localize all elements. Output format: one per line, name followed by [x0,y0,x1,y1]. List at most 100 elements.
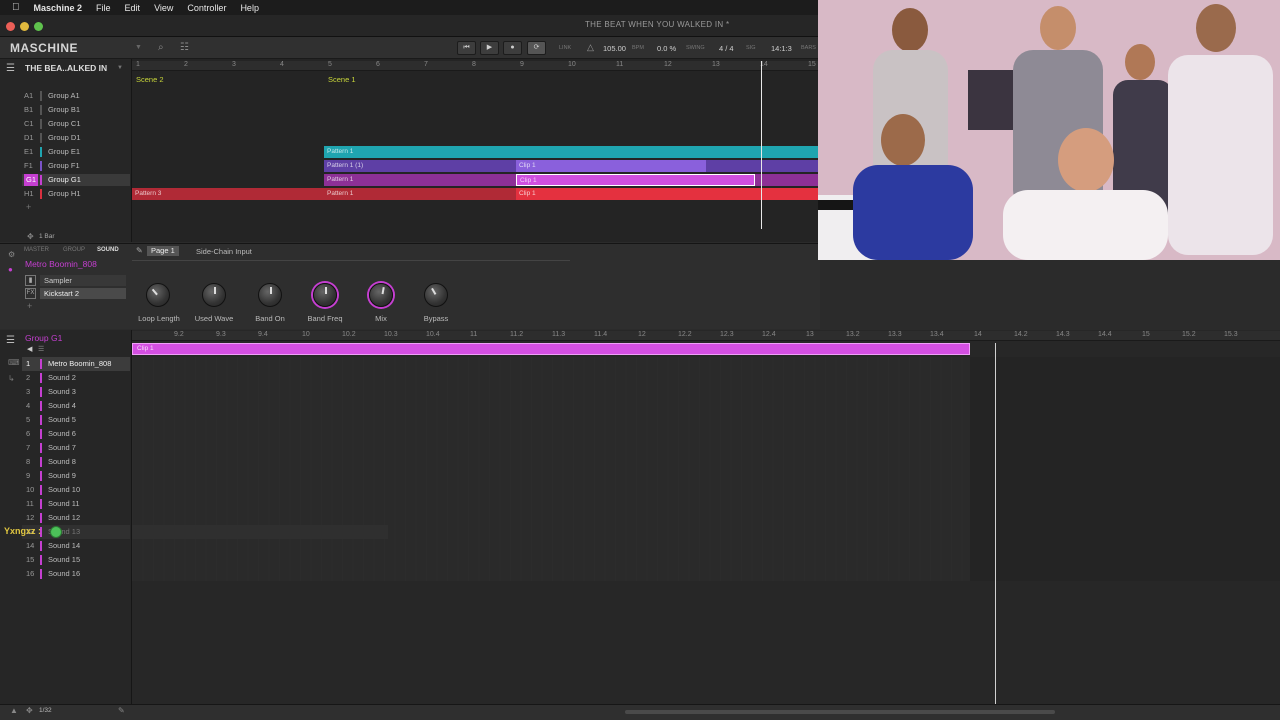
keyboard-icon[interactable]: ⌨ [8,358,20,367]
ruler-number: 12 [638,331,646,338]
play-button[interactable]: ▶ [480,41,499,55]
link-label[interactable]: LINK [559,45,571,51]
pattern-ruler[interactable]: 9.2 9.3 9.4 10 10.2 10.3 10.4 11 11.2 11… [132,331,1280,341]
menu-icon[interactable]: ☰ [6,63,15,74]
ruler-number: 8 [472,61,476,68]
arranger-ruler[interactable]: 1 2 3 4 5 6 7 8 9 10 11 12 13 14 15 [132,61,820,71]
tab-group[interactable]: GROUP [63,247,85,253]
loop-button[interactable]: ⟳ [527,41,546,55]
apple-icon[interactable]:  [12,2,20,13]
sound-row[interactable]: 5 Sound 5 [22,413,130,427]
pattern-clip[interactable]: Pattern 3 [132,188,324,200]
signature-value[interactable]: 4 / 4 [719,44,734,53]
dock-icon[interactable]: ▲ [10,706,18,715]
sound-number: 8 [26,457,31,466]
minimize-window-button[interactable] [20,22,29,31]
group-row[interactable]: C1 Group C1 [22,118,130,130]
clip-block[interactable]: Clip 1 [516,188,820,200]
sound-name[interactable]: Metro Boomin_808 [25,259,97,269]
chevron-down-icon[interactable]: ▼ [117,65,123,71]
maximize-window-button[interactable] [34,22,43,31]
pattern-clip[interactable]: Pattern 1 [324,146,820,158]
menu-app-name[interactable]: Maschine 2 [34,3,83,13]
group-row[interactable]: F1 Group F1 [22,160,130,172]
group-row[interactable]: H1 Group H1 [22,188,130,200]
group-row[interactable]: B1 Group B1 [22,104,130,116]
menu-icon[interactable]: ☰ [6,335,15,346]
tab-master[interactable]: MASTER [24,247,49,253]
pattern-clip-bar[interactable]: Clip 1 [132,343,970,355]
loop-length-knob[interactable] [146,283,170,307]
horizontal-scrollbar[interactable] [625,710,1055,714]
sound-row[interactable]: 3 Sound 3 [22,385,130,399]
step-size-label[interactable]: 1/32 [39,707,52,714]
group-row[interactable]: A1 Group A1 [22,90,130,102]
menu-edit[interactable]: Edit [125,3,141,13]
arrow-icon[interactable]: ↳ [8,374,15,383]
pencil-icon[interactable]: ✎ [118,706,125,715]
project-title[interactable]: THE BEA..ALKED IN [25,63,107,73]
menu-file[interactable]: File [96,3,111,13]
bpm-value[interactable]: 105.00 [603,44,626,53]
bypass-knob[interactable] [424,283,448,307]
clip-block[interactable]: Clip 1 [516,160,706,172]
ruler-number: 13 [712,61,720,68]
sound-row[interactable]: 6 Sound 6 [22,427,130,441]
group-row-selected[interactable]: G1 Group G1 [22,174,130,186]
band-on-knob[interactable] [258,283,282,307]
speaker-icon[interactable]: ◀ [27,345,32,353]
plugin-slot-fx[interactable]: Kickstart 2 [40,288,126,299]
sound-row[interactable]: 12 Sound 12 [22,511,130,525]
sidechain-tab[interactable]: Side-Chain Input [196,247,252,256]
page-tab[interactable]: Page 1 [147,246,179,256]
group-name: Group A1 [48,91,80,100]
sound-row[interactable]: 9 Sound 9 [22,469,130,483]
rewind-button[interactable]: ⏮ [457,41,476,55]
zoom-label[interactable]: 1 Bar [39,233,55,240]
sound-row[interactable]: 7 Sound 7 [22,441,130,455]
sound-row[interactable]: 11 Sound 11 [22,497,130,511]
list-icon[interactable]: ☰ [38,345,44,353]
menu-help[interactable]: Help [240,3,259,13]
sound-row[interactable]: 2 Sound 2 [22,371,130,385]
ruler-number: 12.4 [762,331,776,338]
metronome-icon[interactable]: △ [587,42,594,53]
sound-row[interactable]: 4 Sound 4 [22,399,130,413]
close-window-button[interactable] [6,22,15,31]
playhead[interactable] [761,61,762,229]
pattern-group-name[interactable]: Group G1 [25,333,62,343]
group-row[interactable]: E1 Group E1 [22,146,130,158]
sound-row[interactable]: 14 Sound 14 [22,539,130,553]
swing-value[interactable]: 0.0 % [657,44,676,53]
add-plugin-icon[interactable]: + [27,301,32,311]
plugin-slot-sampler[interactable]: Sampler [40,275,126,286]
pattern-clip[interactable]: Pattern 1 [324,188,516,200]
sound-row[interactable]: 8 Sound 8 [22,455,130,469]
sound-row[interactable]: 15 Sound 15 [22,553,130,567]
scene-label[interactable]: Scene 2 [136,75,164,84]
group-row[interactable]: D1 Group D1 [22,132,130,144]
step-grid[interactable] [132,357,970,581]
band-freq-knob[interactable] [313,283,337,307]
menu-view[interactable]: View [154,3,173,13]
zoom-icon[interactable]: ✥ [27,232,34,241]
search-icon[interactable]: ⌕ [158,42,164,53]
record-button[interactable]: ● [503,41,522,55]
mixer-icon[interactable]: ☷ [180,42,189,53]
scene-label[interactable]: Scene 1 [328,75,356,84]
add-group-icon[interactable]: + [26,202,31,212]
sound-row[interactable]: 16 Sound 16 [22,567,130,581]
grid-icon[interactable]: ✥ [26,706,33,715]
playhead[interactable] [995,343,996,704]
tab-sound[interactable]: SOUND [97,247,119,253]
chevron-down-icon[interactable]: ▼ [135,44,142,51]
mix-knob[interactable] [369,283,393,307]
sound-row-selected[interactable]: 1 Metro Boomin_808 [22,357,130,371]
gear-icon[interactable]: ⚙ [8,250,15,259]
clip-block-selected[interactable]: Clip 1 [516,174,755,186]
sound-row[interactable]: 10 Sound 10 [22,483,130,497]
pencil-icon[interactable]: ✎ [136,246,143,255]
used-wave-knob[interactable] [202,283,226,307]
menu-controller[interactable]: Controller [187,3,226,13]
sound-color-swatch [40,415,42,425]
